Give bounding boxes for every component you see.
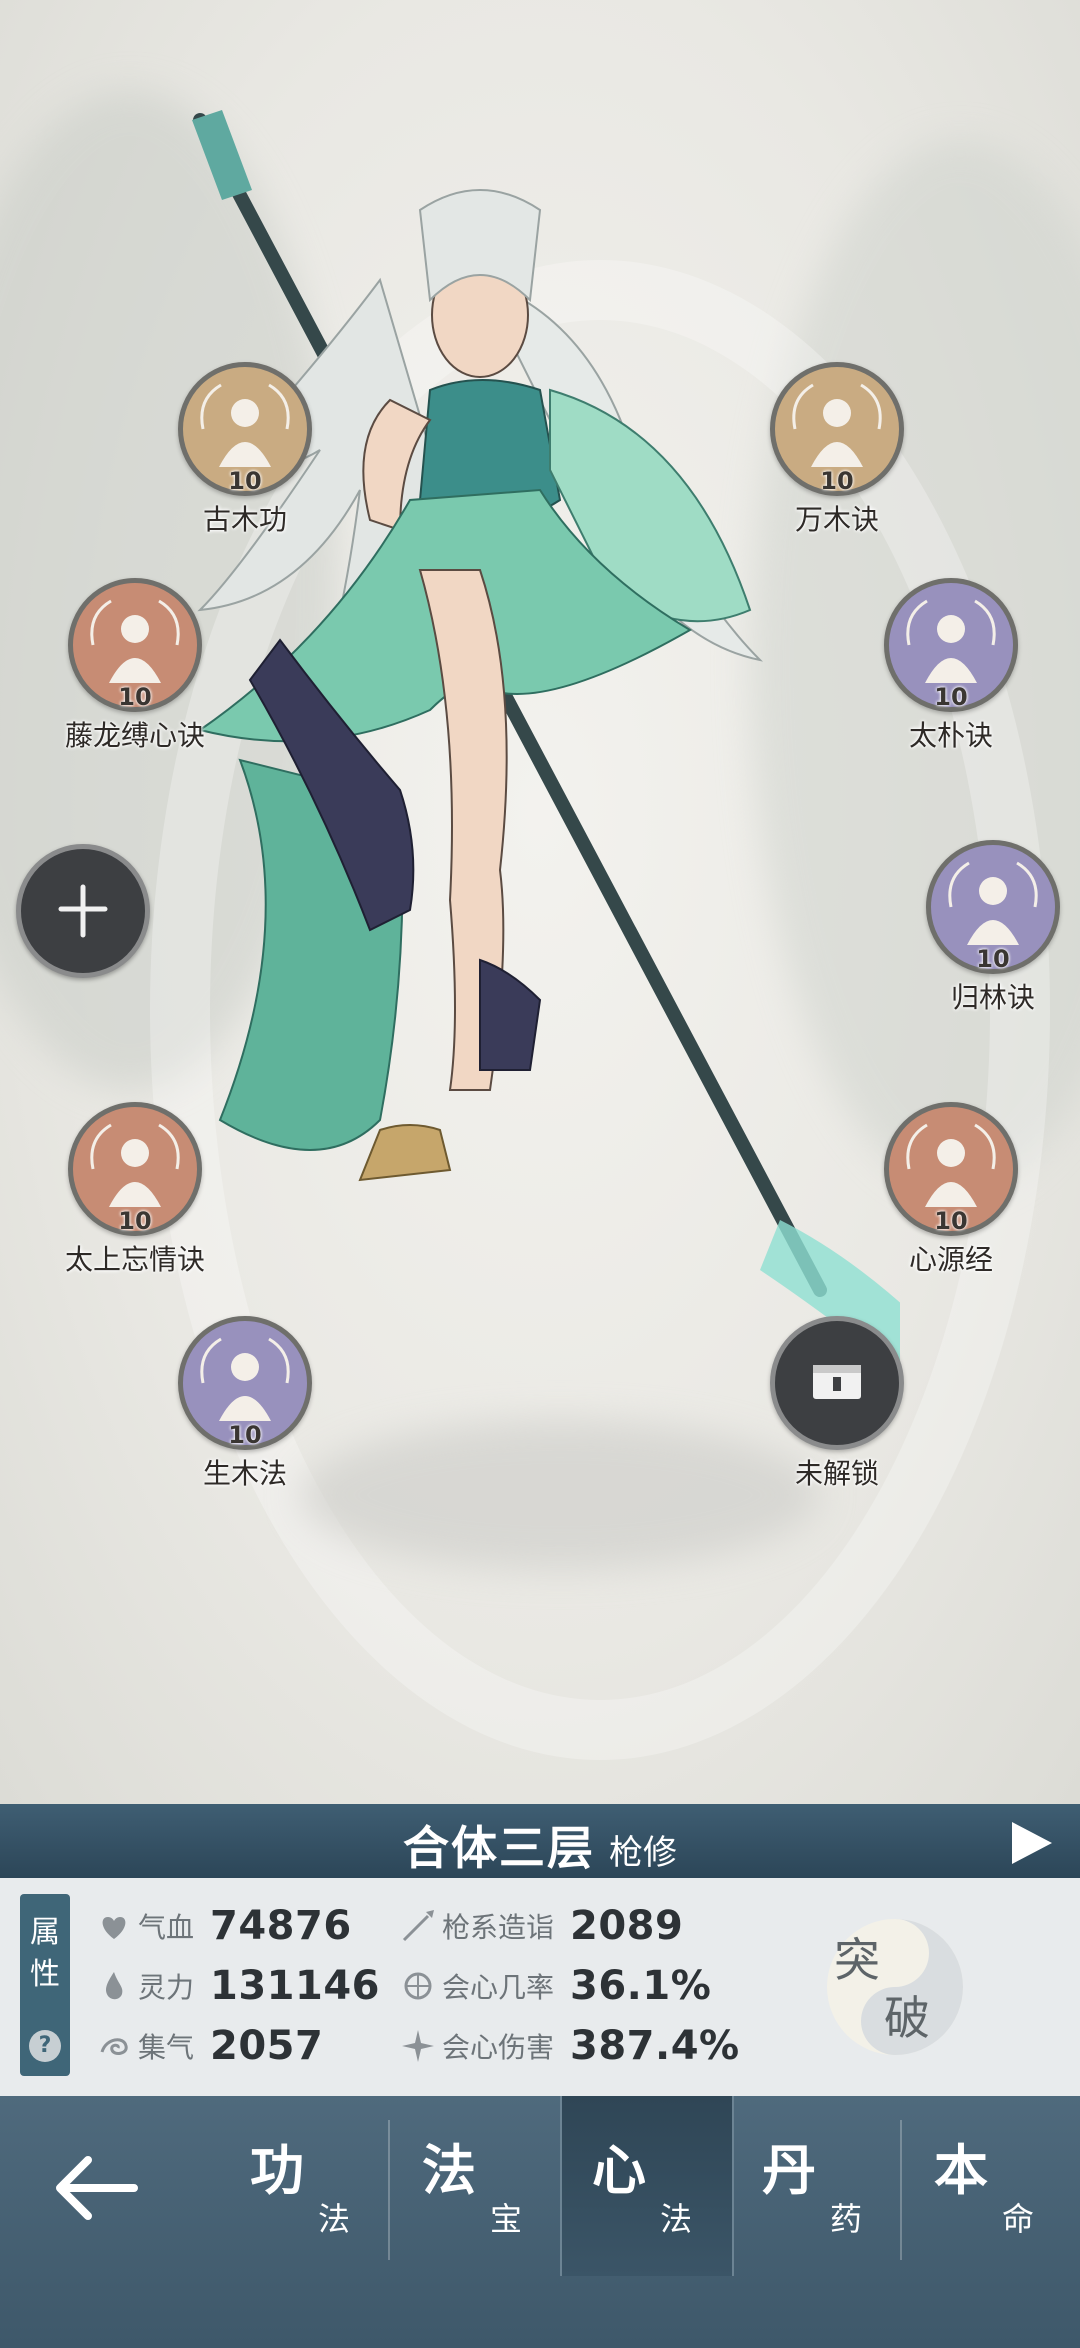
attributes-tag: 属 性 ? — [20, 1894, 70, 2076]
realm-title: 合体三层 枪修 — [0, 1812, 1080, 1878]
attributes-tag-bottom: 性 — [30, 1957, 60, 1992]
tab-sub-char: 宝 — [490, 2200, 523, 2238]
skill-level: 10 — [118, 683, 152, 711]
tab-main-char: 丹 — [762, 2138, 816, 2202]
tab-sub-char: 法 — [660, 2200, 693, 2238]
help-button[interactable]: ? — [29, 2030, 61, 2062]
skill-name: 生木法 — [202, 1457, 287, 1490]
play-icon[interactable] — [1006, 1818, 1056, 1868]
tab-fabao[interactable]: 法 宝 — [392, 2120, 562, 2260]
stat-value: 74876 — [210, 1903, 352, 1949]
spear-icon — [402, 1910, 434, 1942]
skill-icon-frame: 10 — [884, 578, 1018, 712]
skill-node-taipu[interactable]: 10 太朴诀 — [876, 578, 1026, 754]
tab-benming[interactable]: 本 命 — [904, 2120, 1074, 2260]
tab-main-char: 法 — [422, 2138, 476, 2202]
stat-value: 2057 — [210, 2023, 324, 2069]
skill-name: 归林诀 — [950, 981, 1035, 1014]
stat-spear-mastery: 枪系造诣 2089 — [400, 1898, 683, 1954]
tab-gongfa[interactable]: 功 法 — [220, 2120, 390, 2260]
tab-main-char: 本 — [934, 2138, 988, 2202]
heart-icon — [102, 1917, 126, 1939]
skill-name: 万木诀 — [794, 503, 879, 536]
stat-spirit: 灵力 131146 — [96, 1958, 380, 2014]
lock-chest-icon — [813, 1365, 861, 1399]
add-skill-button[interactable] — [16, 844, 150, 978]
skill-level: 10 — [228, 467, 262, 495]
stat-hp: 气血 74876 — [96, 1898, 352, 1954]
skill-icon-frame: 10 — [68, 578, 202, 712]
back-arrow-icon[interactable] — [30, 2138, 150, 2238]
tab-main-char: 心 — [592, 2138, 646, 2202]
stat-value: 131146 — [210, 1963, 381, 2009]
skill-icon-frame: 10 — [926, 840, 1060, 974]
breakthrough-char-1: 突 — [834, 1933, 880, 1987]
stat-label: 气血 — [138, 1911, 195, 1944]
skill-node-shengmu[interactable]: 10 生木法 — [170, 1316, 320, 1492]
burst-icon — [402, 2030, 434, 2062]
skill-level: 10 — [976, 945, 1010, 973]
realm-bar: 合体三层 枪修 — [0, 1804, 1080, 1878]
breakthrough-char-2: 破 — [884, 1991, 930, 2045]
stat-crit-rate: 会心几率 36.1% — [400, 1958, 711, 2014]
tab-sub-char: 命 — [1002, 2200, 1035, 2238]
skill-name: 藤龙缚心诀 — [64, 719, 205, 752]
skill-name: 心源经 — [908, 1243, 993, 1276]
skill-node-tenglong[interactable]: 10 藤龙缚心诀 — [60, 578, 210, 754]
breakthrough-button[interactable]: 突 破 — [820, 1902, 970, 2072]
locked-slot-frame — [770, 1316, 904, 1450]
skill-icon-frame: 10 — [68, 1102, 202, 1236]
locked-skill-slot[interactable]: 未解锁 — [762, 1316, 912, 1492]
tab-sub-char: 法 — [318, 2200, 351, 2238]
skill-icon-frame: 10 — [178, 362, 312, 496]
stat-value: 36.1% — [570, 1963, 712, 2009]
stat-label: 会心伤害 — [442, 2031, 555, 2064]
stat-label: 集气 — [138, 2031, 195, 2064]
skill-node-wanmu[interactable]: 10 万木诀 — [762, 362, 912, 538]
character-stage: 10 古木功 10 万木诀 10 藤龙缚心诀 10 太朴诀 10 归林诀 10 … — [0, 0, 1080, 1804]
stat-energy: 集气 2057 — [96, 2018, 323, 2074]
stat-value: 387.4% — [570, 2023, 740, 2069]
skill-name: 太朴诀 — [908, 719, 993, 752]
skill-name: 太上忘情诀 — [64, 1243, 205, 1276]
skill-level: 10 — [934, 1207, 968, 1235]
realm-level: 合体三层 — [403, 1821, 595, 1875]
skill-level: 10 — [228, 1421, 262, 1449]
stat-value: 2089 — [570, 1903, 684, 1949]
cultivator-class: 枪修 — [609, 1833, 677, 1873]
attributes-panel: 属 性 ? 气血 74876 枪系造诣 2089 灵力 131146 会心几率 … — [0, 1878, 1080, 2096]
skill-icon-frame: 10 — [178, 1316, 312, 1450]
bottom-nav: 功 法 法 宝 心 法 丹 药 本 命 — [0, 2096, 1080, 2348]
stat-label: 枪系造诣 — [442, 1911, 555, 1944]
skill-level: 10 — [118, 1207, 152, 1235]
tab-danyao[interactable]: 丹 药 — [732, 2120, 902, 2260]
skill-node-gumu[interactable]: 10 古木功 — [170, 362, 320, 538]
attributes-tag-top: 属 — [30, 1915, 60, 1950]
stat-label: 灵力 — [138, 1971, 195, 2004]
plus-icon — [58, 884, 108, 938]
crit-rate-icon — [404, 1972, 432, 2000]
locked-slot-label: 未解锁 — [794, 1457, 879, 1490]
skill-node-taishang[interactable]: 10 太上忘情诀 — [60, 1102, 210, 1278]
spirit-drop-icon — [106, 1972, 123, 2000]
tab-main-char: 功 — [250, 2138, 304, 2202]
tab-xinfa[interactable]: 心 法 — [560, 2096, 734, 2276]
tab-sub-char: 药 — [830, 2200, 863, 2238]
stat-crit-damage: 会心伤害 387.4% — [400, 2018, 740, 2074]
skill-name: 古木功 — [202, 503, 287, 536]
skill-level: 10 — [934, 683, 968, 711]
swirl-icon — [100, 2038, 128, 2055]
skill-node-guilin[interactable]: 10 归林诀 — [918, 840, 1068, 1016]
stat-label: 会心几率 — [442, 1971, 555, 2004]
skill-level: 10 — [820, 467, 854, 495]
skill-icon-frame: 10 — [770, 362, 904, 496]
skill-node-xinyuan[interactable]: 10 心源经 — [876, 1102, 1026, 1278]
skill-icon-frame: 10 — [884, 1102, 1018, 1236]
